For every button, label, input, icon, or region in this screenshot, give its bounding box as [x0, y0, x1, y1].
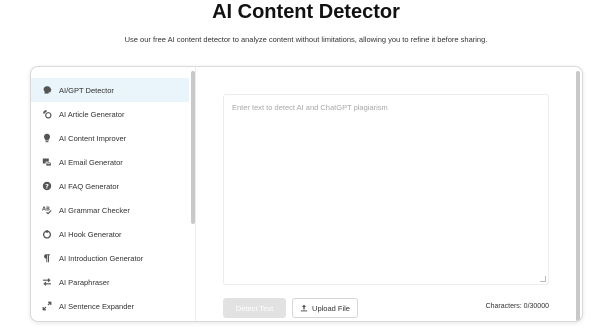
- sidebar-item-ai-grammar-checker[interactable]: AB AI Grammar Checker: [31, 198, 189, 222]
- sidebar-item-label: AI Sentence Expander: [59, 301, 135, 311]
- sidebar-item-ai-sentence-expander[interactable]: AI Sentence Expander: [31, 294, 189, 318]
- svg-text:?: ?: [45, 182, 49, 190]
- tool-card: AI/GPT Detector AI Article Generator AI …: [30, 66, 583, 322]
- expand-icon: [42, 301, 52, 311]
- sidebar-item-ai-content-improver[interactable]: AI Content Improver: [31, 126, 189, 150]
- tool-sidebar: AI/GPT Detector AI Article Generator AI …: [31, 67, 196, 321]
- character-counter: Characters: 0/30000: [485, 303, 549, 310]
- email-icon: [42, 157, 52, 167]
- brain-icon: [42, 85, 52, 95]
- sidebar-item-ai-email-generator[interactable]: AI Email Generator: [31, 150, 189, 174]
- spellcheck-icon: AB: [42, 205, 52, 215]
- detect-text-button[interactable]: Detect Text: [223, 298, 286, 318]
- sidebar-item-label: AI Email Generator: [59, 157, 123, 167]
- tool-list: AI/GPT Detector AI Article Generator AI …: [31, 78, 189, 318]
- sidebar-item-label: AI Paraphraser: [59, 277, 110, 287]
- lightbulb-icon: [42, 133, 52, 143]
- upload-icon: [300, 304, 308, 312]
- article-icon: [42, 109, 52, 119]
- sidebar-item-label: AI Introduction Generator: [59, 253, 144, 263]
- svg-text:AB: AB: [42, 207, 50, 213]
- sidebar-item-label: AI Grammar Checker: [59, 205, 130, 215]
- swap-icon: [42, 277, 52, 287]
- sidebar-item-label: AI Hook Generator: [59, 229, 122, 239]
- question-icon: ?: [42, 181, 52, 191]
- resize-handle[interactable]: [540, 276, 546, 282]
- sidebar-item-ai-hook-generator[interactable]: AI Hook Generator: [31, 222, 189, 246]
- sidebar-item-ai-paraphraser[interactable]: AI Paraphraser: [31, 270, 189, 294]
- page-subtitle: Use our free AI content detector to anal…: [124, 35, 488, 44]
- sidebar-item-ai-gpt-detector[interactable]: AI/GPT Detector: [31, 78, 189, 102]
- sidebar-item-label: AI Article Generator: [59, 109, 125, 119]
- page-title: AI Content Detector: [212, 1, 400, 23]
- upload-button-label: Upload File: [312, 303, 350, 313]
- sidebar-item-label: AI Content Improver: [59, 133, 127, 143]
- sidebar-scrollbar[interactable]: [191, 71, 195, 224]
- hook-icon: [42, 229, 52, 239]
- sidebar-item-ai-article-generator[interactable]: AI Article Generator: [31, 102, 189, 126]
- paragraph-icon: [42, 253, 52, 263]
- text-input[interactable]: [224, 95, 548, 284]
- main-scrollbar[interactable]: [576, 71, 580, 321]
- sidebar-item-label: AI FAQ Generator: [59, 181, 120, 191]
- sidebar-item-ai-introduction-generator[interactable]: AI Introduction Generator: [31, 246, 189, 270]
- upload-file-button[interactable]: Upload File: [292, 298, 358, 318]
- text-editor: [223, 94, 549, 285]
- sidebar-item-label: AI/GPT Detector: [59, 85, 114, 95]
- sidebar-item-ai-faq-generator[interactable]: ? AI FAQ Generator: [31, 174, 189, 198]
